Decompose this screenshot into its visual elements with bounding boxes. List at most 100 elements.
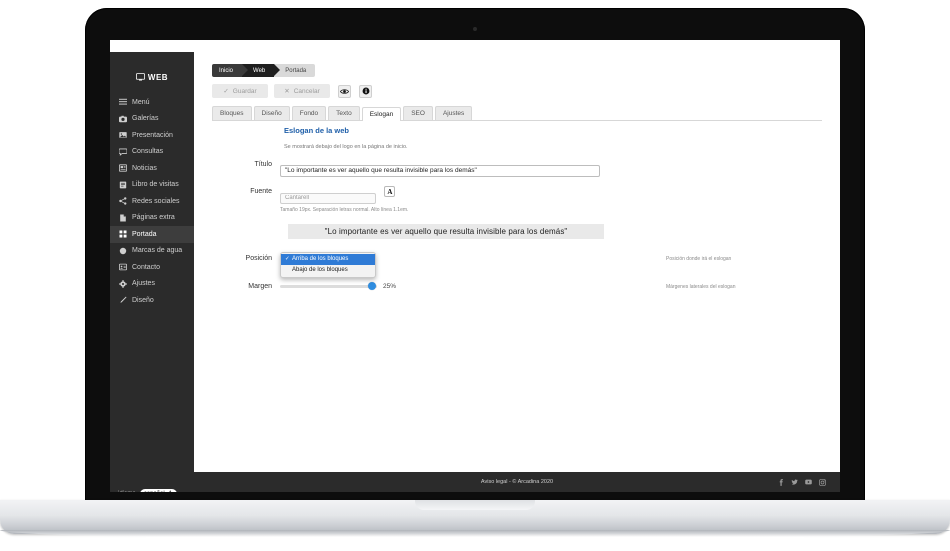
laptop-base [0,500,950,534]
check-icon: ✓ [285,256,290,263]
footer: Aviso legal - © Arcadina 2020 [194,472,840,492]
sidebar-item-label: Libro de visitas [132,181,179,189]
brand-label: WEB [147,72,169,82]
posicion-help: Posición donde irá el eslogan [666,255,732,262]
app-screen: WEB Menú Galerías Presentación Consultas… [110,40,840,492]
margen-label: Margen [248,282,272,290]
page-icon [119,214,127,222]
cancel-button[interactable]: ✕ Cancelar [274,84,330,98]
dropdown-option-abajo[interactable]: Abajo de los bloques [281,265,375,276]
margen-slider-wrap: 25% [280,281,652,291]
grid-icon [119,230,127,238]
titulo-help [652,159,822,162]
breadcrumb-label: Web [253,67,266,74]
fuente-input[interactable] [280,192,376,204]
twitter-icon[interactable] [791,479,798,486]
sidebar-item-marcas-de-agua[interactable]: Marcas de agua [110,243,194,260]
field-row-titulo: Título [212,159,822,177]
sidebar-item-diseno[interactable]: Diseño [110,292,194,309]
image-icon [119,131,127,139]
dropdown-option-label: Arriba de los bloques [292,256,349,263]
eye-icon [340,88,349,94]
stepper-icon: ▲▼ [167,489,173,493]
tab-diseno[interactable]: Diseño [253,106,290,120]
language-bar: idioma español ▲▼ [110,484,194,492]
laptop-foot-shadow [0,530,950,540]
font-picker-button[interactable]: A [384,186,396,197]
language-value: español [144,491,165,492]
panel-subtitle: Se mostrará debajo del logo en la página… [284,144,408,150]
language-select[interactable]: español ▲▼ [139,489,177,493]
check-icon: ✓ [223,88,229,95]
field-row-posicion: Posición Arriba de los bloques ▲▼ ✓ Arri… [212,251,822,278]
posicion-label: Posición [245,254,272,262]
facebook-icon[interactable] [778,478,784,486]
webcam-icon [473,27,477,31]
sidebar-item-contacto[interactable]: Contacto [110,259,194,276]
content-area: Inicio Web Portada ✓ Guardar ✕ Cancelar [194,52,840,472]
field-row-fuente: Fuente A Tamaño 19px. Separación letras … [212,186,822,214]
fuente-note: Tamaño 19px. Separación letras normal. A… [280,207,409,213]
tab-ajustes[interactable]: Ajustes [434,106,473,120]
screenshot-stage: WEB Menú Galerías Presentación Consultas… [0,0,950,551]
dropdown-option-label: Abajo de los bloques [292,267,348,274]
tab-fondo[interactable]: Fondo [291,106,327,120]
margen-help: Márgenes laterales del eslogan [666,283,736,290]
sidebar-item-label: Portada [132,230,157,238]
dropdown-option-arriba[interactable]: ✓ Arriba de los bloques [281,253,375,265]
sidebar-item-label: Noticias [132,164,157,172]
sidebar-item-label: Contacto [132,263,161,271]
sidebar-item-presentacion[interactable]: Presentación [110,127,194,144]
sidebar-item-label: Presentación [132,131,173,139]
sidebar-item-label: Diseño [132,296,154,304]
tab-bloques[interactable]: Bloques [212,106,252,120]
menu-icon [119,98,127,106]
cancel-button-label: Cancelar [293,87,320,95]
breadcrumb-label: Inicio [219,67,234,74]
sidebar-item-label: Menú [132,98,150,106]
sidebar-item-noticias[interactable]: Noticias [110,160,194,177]
fuente-field-wrap: A Tamaño 19px. Separación letras normal.… [280,186,652,214]
sidebar-item-menu[interactable]: Menú [110,94,194,111]
margen-value: 25% [383,282,397,290]
sidebar-item-paginas-extra[interactable]: Páginas extra [110,210,194,227]
sidebar-item-redes-sociales[interactable]: Redes sociales [110,193,194,210]
preview-eye-button[interactable] [338,84,351,98]
fuente-help [652,186,822,189]
sidebar-item-consultas[interactable]: Consultas [110,144,194,161]
instagram-icon[interactable] [819,478,826,486]
margen-field-wrap: 25% [280,281,652,291]
eslogan-preview: "Lo importante es ver aquello que result… [288,223,604,239]
save-button-label: Guardar [232,87,257,95]
tab-seo[interactable]: SEO [403,106,433,120]
sidebar-item-label: Galerías [132,115,159,123]
titulo-label: Título [254,161,272,168]
chat-icon [119,148,127,156]
save-button[interactable]: ✓ Guardar [212,84,268,98]
posicion-field-wrap: Arriba de los bloques ▲▼ ✓ Arriba de los… [280,251,652,278]
sidebar-item-portada[interactable]: Portada [110,226,194,243]
footer-social-links [778,472,826,492]
tab-eslogan[interactable]: Eslogan [361,107,402,121]
youtube-icon[interactable] [805,479,812,485]
sidebar-item-libro-de-visitas[interactable]: Libro de visitas [110,177,194,194]
breadcrumb: Inicio Web Portada [212,64,316,77]
field-row-margen: Margen 25% Márgenes laterales del esloga… [212,281,822,291]
margen-slider[interactable] [280,282,377,291]
help-info-button[interactable] [359,84,372,98]
sidebar-item-ajustes[interactable]: Ajustes [110,276,194,293]
tab-bar: Bloques Diseño Fondo Texto Eslogan SEO A… [212,106,822,121]
breadcrumb-item-inicio[interactable]: Inicio [212,64,249,77]
info-icon [362,87,369,95]
share-icon [119,197,127,206]
sidebar-item-label: Consultas [132,148,164,156]
language-label: idioma [118,491,136,492]
sidebar-item-galerias[interactable]: Galerías [110,111,194,128]
sidebar-item-label: Redes sociales [132,197,180,205]
app-topbar [110,40,840,52]
slider-thumb[interactable] [368,282,376,291]
titulo-input[interactable] [280,164,600,177]
brand-logo: WEB [110,64,194,90]
breadcrumb-item-portada[interactable]: Portada [274,64,316,77]
tab-texto[interactable]: Texto [328,106,360,120]
